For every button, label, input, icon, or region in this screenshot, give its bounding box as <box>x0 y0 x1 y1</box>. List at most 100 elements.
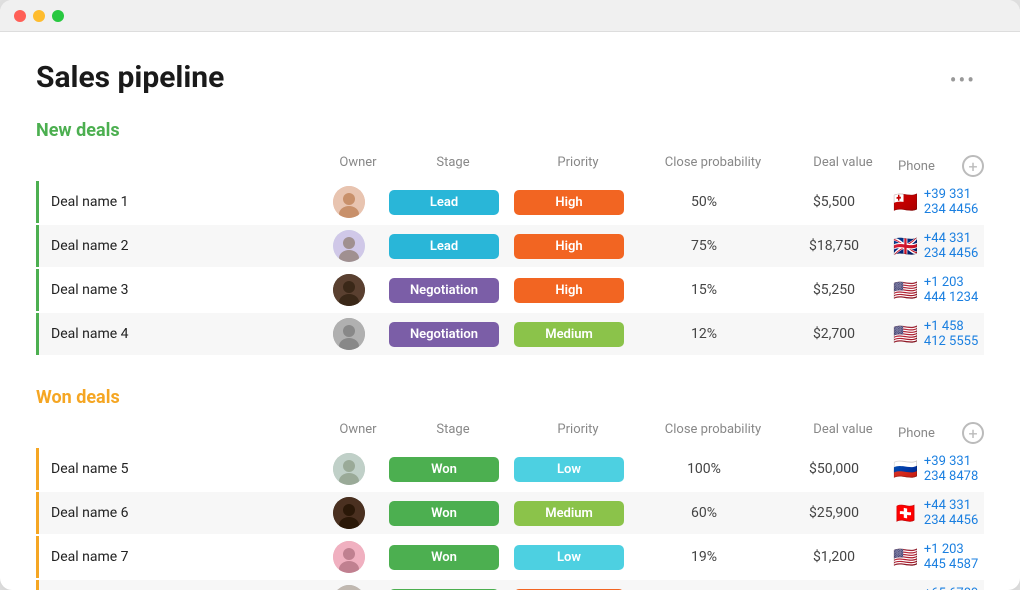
avatar <box>333 453 365 485</box>
phone-number[interactable]: +44 331 234 4456 <box>924 498 984 528</box>
th-stage: Stage <box>388 155 518 177</box>
deal-owner <box>319 274 379 306</box>
deal-name: Deal name 7 <box>39 549 319 565</box>
new-deals-header: New deals <box>36 120 984 141</box>
avatar <box>333 318 365 350</box>
deal-owner <box>319 230 379 262</box>
deal-name: Deal name 1 <box>39 194 319 210</box>
priority-label: High <box>514 278 624 303</box>
th-name <box>48 155 328 177</box>
add-won-deal-button[interactable]: + <box>962 422 984 444</box>
won-deals-table-header: Owner Stage Priority Close probability D… <box>36 418 984 448</box>
stage-label: Lead <box>389 190 499 215</box>
avatar <box>333 186 365 218</box>
deal-value: $2,700 <box>779 326 889 342</box>
stage-badge: Lead <box>379 234 509 259</box>
deal-value: $25,900 <box>779 505 889 521</box>
phone-cell: 🇸🇬 +65 6789 8777 <box>889 586 984 590</box>
th-prob: Close probability <box>638 155 788 177</box>
phone-cell: 🇹🇴 +39 331 234 4456 <box>889 187 984 217</box>
deal-owner <box>319 453 379 485</box>
th-phone: Phone <box>898 159 935 174</box>
avatar <box>333 230 365 262</box>
avatar <box>333 274 365 306</box>
wth-phone: Phone <box>898 426 935 441</box>
table-row[interactable]: Deal name 5 Won Low 100% $50,000 🇷🇺 +39 … <box>36 448 984 490</box>
maximize-dot[interactable] <box>52 10 64 22</box>
close-probability: 50% <box>629 194 779 210</box>
stage-badge: Lead <box>379 190 509 215</box>
stage-badge: Negotiation <box>379 278 509 303</box>
priority-badge: Low <box>509 545 629 570</box>
phone-number[interactable]: +1 203 445 4587 <box>924 542 984 572</box>
close-probability: 12% <box>629 326 779 342</box>
titlebar <box>0 0 1020 32</box>
priority-badge: High <box>509 278 629 303</box>
phone-number[interactable]: +39 331 234 8478 <box>924 454 984 484</box>
table-row[interactable]: Deal name 6 Won Medium 60% $25,900 🇨🇭 +4… <box>36 492 984 534</box>
add-new-deal-button[interactable]: + <box>962 155 984 177</box>
deal-owner <box>319 186 379 218</box>
page-header: Sales pipeline ••• <box>36 60 984 96</box>
more-button[interactable]: ••• <box>942 64 984 96</box>
close-probability: 75% <box>629 238 779 254</box>
table-row[interactable]: Deal name 3 Negotiation High 15% $5,250 … <box>36 269 984 311</box>
close-dot[interactable] <box>14 10 26 22</box>
phone-number[interactable]: +65 6789 8777 <box>924 586 984 590</box>
main-content: Sales pipeline ••• New deals Owner Stage… <box>0 32 1020 590</box>
table-row[interactable]: Deal name 8 Won High 85% $34,550 🇸🇬 +65 … <box>36 580 984 590</box>
stage-label: Negotiation <box>389 278 499 303</box>
deal-owner <box>319 318 379 350</box>
wth-priority: Priority <box>518 422 638 444</box>
flag-icon: 🇬🇧 <box>893 236 918 256</box>
deal-name: Deal name 4 <box>39 326 319 342</box>
flag-icon: 🇷🇺 <box>893 459 918 479</box>
phone-cell: 🇬🇧 +44 331 234 4456 <box>889 231 984 261</box>
phone-number[interactable]: +44 331 234 4456 <box>924 231 984 261</box>
close-probability: 100% <box>629 461 779 477</box>
phone-number[interactable]: +39 331 234 4456 <box>924 187 984 217</box>
deal-value: $18,750 <box>779 238 889 254</box>
priority-label: High <box>514 234 624 259</box>
won-deals-rows: Deal name 5 Won Low 100% $50,000 🇷🇺 +39 … <box>36 448 984 590</box>
avatar <box>333 585 365 590</box>
flag-icon: 🇺🇸 <box>893 547 918 567</box>
priority-label: High <box>514 190 624 215</box>
won-deals-title: Won deals <box>36 387 120 408</box>
table-row[interactable]: Deal name 2 Lead High 75% $18,750 🇬🇧 +44… <box>36 225 984 267</box>
phone-cell: 🇷🇺 +39 331 234 8478 <box>889 454 984 484</box>
wth-owner: Owner <box>328 422 388 444</box>
th-owner: Owner <box>328 155 388 177</box>
page-title: Sales pipeline <box>36 60 224 95</box>
deal-name: Deal name 6 <box>39 505 319 521</box>
new-deals-table-header: Owner Stage Priority Close probability D… <box>36 151 984 181</box>
new-deals-title: New deals <box>36 120 120 141</box>
wth-name <box>48 422 328 444</box>
deal-owner <box>319 497 379 529</box>
deal-owner <box>319 585 379 590</box>
new-deals-section: New deals Owner Stage Priority Close pro… <box>36 120 984 355</box>
phone-cell: 🇨🇭 +44 331 234 4456 <box>889 498 984 528</box>
stage-label: Negotiation <box>389 322 499 347</box>
priority-label: Low <box>514 545 624 570</box>
stage-badge: Won <box>379 501 509 526</box>
priority-badge: High <box>509 234 629 259</box>
phone-number[interactable]: +1 203 444 1234 <box>924 275 984 305</box>
priority-label: Low <box>514 457 624 482</box>
phone-number[interactable]: +1 458 412 5555 <box>924 319 984 349</box>
avatar <box>333 541 365 573</box>
table-row[interactable]: Deal name 7 Won Low 19% $1,200 🇺🇸 +1 203… <box>36 536 984 578</box>
stage-label: Won <box>389 457 499 482</box>
stage-label: Lead <box>389 234 499 259</box>
new-deals-rows: Deal name 1 Lead High 50% $5,500 🇹🇴 +39 … <box>36 181 984 355</box>
minimize-dot[interactable] <box>33 10 45 22</box>
priority-badge: Medium <box>509 501 629 526</box>
stage-badge: Won <box>379 545 509 570</box>
stage-label: Won <box>389 545 499 570</box>
wth-value: Deal value <box>788 422 898 444</box>
flag-icon: 🇺🇸 <box>893 280 918 300</box>
table-row[interactable]: Deal name 4 Negotiation Medium 12% $2,70… <box>36 313 984 355</box>
deal-name: Deal name 5 <box>39 461 319 477</box>
table-row[interactable]: Deal name 1 Lead High 50% $5,500 🇹🇴 +39 … <box>36 181 984 223</box>
wth-stage: Stage <box>388 422 518 444</box>
